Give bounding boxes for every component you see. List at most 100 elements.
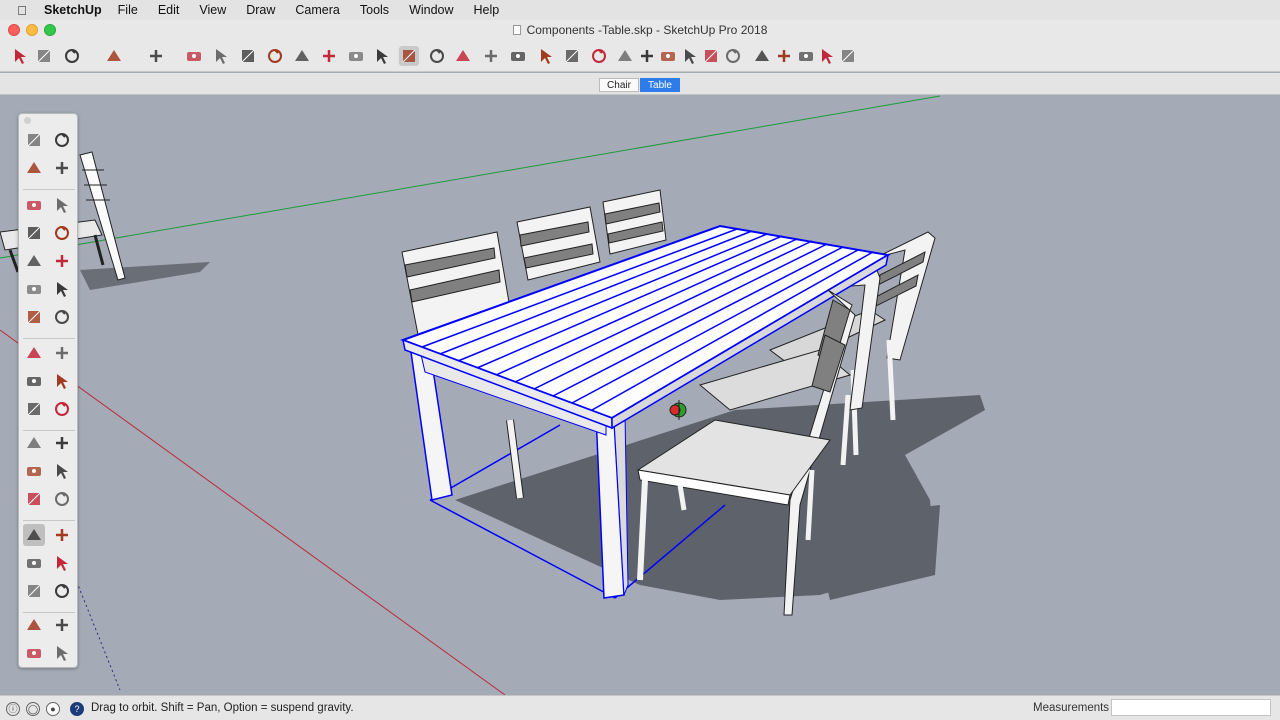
palette-paint-bucket-button[interactable] bbox=[23, 157, 45, 179]
app-menu[interactable]: SketchUp bbox=[44, 3, 102, 17]
zoom-tool-button[interactable] bbox=[453, 46, 473, 66]
palette-circle-button[interactable] bbox=[23, 250, 45, 272]
palette-text-button[interactable] bbox=[51, 460, 73, 482]
palette-position-camera-button[interactable] bbox=[23, 614, 45, 636]
select-tool-button[interactable] bbox=[10, 46, 30, 66]
eraser-tool-button[interactable] bbox=[34, 46, 54, 66]
palette-push-pull-button[interactable] bbox=[51, 342, 73, 364]
user-account-icon[interactable]: ● bbox=[46, 702, 60, 716]
scale-tool-button[interactable] bbox=[292, 46, 312, 66]
warehouse-icon bbox=[565, 49, 579, 63]
move-tool-button[interactable] bbox=[238, 46, 258, 66]
text-icon bbox=[349, 52, 363, 61]
palette-scale-button[interactable] bbox=[23, 398, 45, 420]
line-icon bbox=[27, 201, 41, 210]
menu-file[interactable]: File bbox=[118, 3, 138, 17]
menu-camera[interactable]: Camera bbox=[295, 3, 339, 17]
previous-view-icon bbox=[511, 52, 525, 61]
zoom-window-icon bbox=[57, 556, 68, 571]
palette-walk-button[interactable] bbox=[51, 614, 73, 636]
palette-eraser-button[interactable] bbox=[51, 157, 73, 179]
two-point-arc-icon bbox=[57, 282, 68, 297]
credits-icon[interactable]: ◯ bbox=[26, 702, 40, 716]
palette-look-around-button[interactable] bbox=[23, 642, 45, 664]
menu-window[interactable]: Window bbox=[409, 3, 453, 17]
wireframe-style-tool-button[interactable] bbox=[752, 46, 772, 66]
palette-zoom-button[interactable] bbox=[23, 552, 45, 574]
rectangle-tool-button[interactable] bbox=[146, 46, 166, 66]
textured-style-tool-button[interactable] bbox=[817, 46, 837, 66]
pan-tool-button[interactable] bbox=[427, 46, 447, 66]
palette-freehand-button[interactable] bbox=[51, 194, 73, 216]
palette-make-component-button[interactable] bbox=[51, 129, 73, 151]
palette-select-button[interactable] bbox=[23, 129, 45, 151]
menu-draw[interactable]: Draw bbox=[246, 3, 275, 17]
palette-rotated-rectangle-button[interactable] bbox=[51, 222, 73, 244]
text-tool-button[interactable] bbox=[346, 46, 366, 66]
left-view-tool-button[interactable] bbox=[701, 46, 721, 66]
palette-offset-button[interactable] bbox=[51, 398, 73, 420]
palette-3d-text-button[interactable] bbox=[51, 488, 73, 510]
next-view-tool-button[interactable] bbox=[536, 46, 556, 66]
menu-tools[interactable]: Tools bbox=[360, 3, 389, 17]
arc-icon bbox=[107, 50, 121, 61]
instructor-help-icon[interactable]: ? bbox=[70, 702, 84, 716]
rotate-tool-button[interactable] bbox=[265, 46, 285, 66]
palette-pie-button[interactable] bbox=[51, 306, 73, 328]
xray-style-icon bbox=[726, 49, 740, 63]
palette-orbit-button[interactable] bbox=[23, 524, 45, 546]
freehand-icon bbox=[57, 198, 68, 213]
paint-bucket-tool-button[interactable] bbox=[372, 46, 392, 66]
hidden-line-style-tool-button[interactable] bbox=[774, 46, 794, 66]
zoom-extents-tool-button[interactable] bbox=[481, 46, 501, 66]
top-view-tool-button[interactable] bbox=[615, 46, 635, 66]
warehouse-tool-button[interactable] bbox=[562, 46, 582, 66]
apple-icon[interactable]:  bbox=[0, 3, 44, 18]
model-viewport[interactable] bbox=[0, 95, 1280, 695]
back-view-tool-button[interactable] bbox=[680, 46, 700, 66]
palette-protractor-button[interactable] bbox=[23, 460, 45, 482]
push-pull-tool-button[interactable] bbox=[184, 46, 204, 66]
scene-tab-chair[interactable]: Chair bbox=[599, 78, 639, 92]
palette-previous-view-button[interactable] bbox=[51, 580, 73, 602]
previous-view-tool-button[interactable] bbox=[508, 46, 528, 66]
tape-measure-tool-button[interactable] bbox=[319, 46, 339, 66]
palette-rectangle-button[interactable] bbox=[23, 222, 45, 244]
menu-help[interactable]: Help bbox=[474, 3, 500, 17]
palette-three-point-arc-button[interactable] bbox=[23, 306, 45, 328]
palette-line-button[interactable] bbox=[23, 194, 45, 216]
palette-close-dot[interactable] bbox=[24, 117, 31, 124]
orbit-icon bbox=[27, 529, 41, 540]
front-view-tool-button[interactable] bbox=[637, 46, 657, 66]
palette-move-button[interactable] bbox=[23, 342, 45, 364]
monochrome-style-tool-button[interactable] bbox=[838, 46, 858, 66]
right-view-icon bbox=[661, 52, 675, 61]
xray-style-tool-button[interactable] bbox=[723, 46, 743, 66]
menu-edit[interactable]: Edit bbox=[158, 3, 180, 17]
window-title-text: Components -Table.skp - SketchUp Pro 201… bbox=[526, 23, 768, 37]
palette-axes-button[interactable] bbox=[23, 488, 45, 510]
palette-rotate-button[interactable] bbox=[23, 370, 45, 392]
measurements-input[interactable] bbox=[1111, 699, 1271, 716]
shaded-style-tool-button[interactable] bbox=[796, 46, 816, 66]
palette-section-plane-button[interactable] bbox=[51, 642, 73, 664]
palette-two-point-arc-button[interactable] bbox=[51, 278, 73, 300]
scene-tab-table[interactable]: Table bbox=[640, 78, 680, 92]
palette-pan-button[interactable] bbox=[51, 524, 73, 546]
iso-view-tool-button[interactable] bbox=[589, 46, 609, 66]
palette-zoom-extents-button[interactable] bbox=[23, 580, 45, 602]
palette-arc-button[interactable] bbox=[23, 278, 45, 300]
arc-tool-button[interactable] bbox=[104, 46, 124, 66]
palette-follow-me-button[interactable] bbox=[51, 370, 73, 392]
right-view-tool-button[interactable] bbox=[658, 46, 678, 66]
line-tool-button[interactable] bbox=[62, 46, 82, 66]
palette-dimension-button[interactable] bbox=[51, 432, 73, 454]
follow-me-tool-button[interactable] bbox=[211, 46, 231, 66]
palette-tape-measure-button[interactable] bbox=[23, 432, 45, 454]
menu-view[interactable]: View bbox=[199, 3, 226, 17]
palette-polygon-button[interactable] bbox=[51, 250, 73, 272]
geo-location-icon[interactable]: ⓘ bbox=[6, 702, 20, 716]
orbit-tool-button[interactable] bbox=[399, 46, 419, 66]
palette-zoom-window-button[interactable] bbox=[51, 552, 73, 574]
zoom-icon bbox=[456, 50, 470, 61]
